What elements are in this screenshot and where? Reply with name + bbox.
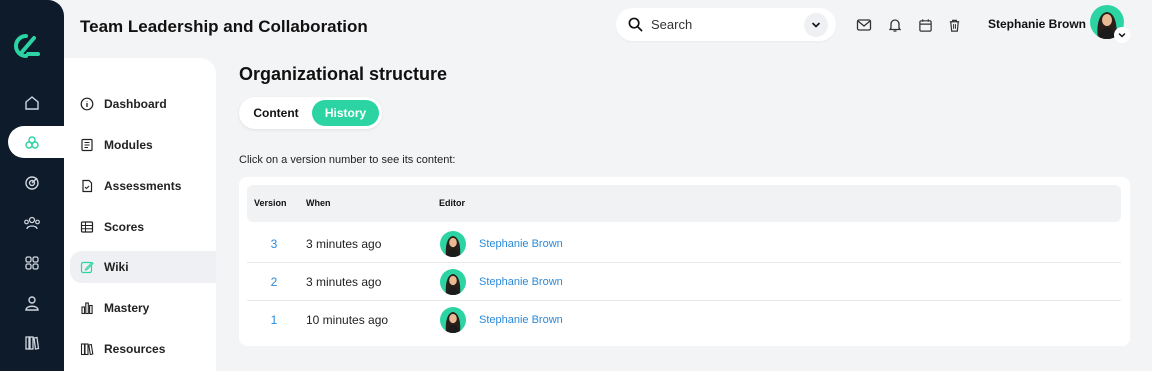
avatar <box>440 307 466 333</box>
search-icon <box>628 17 643 32</box>
table-row: 2 3 minutes ago Stephanie Brown <box>247 263 1121 301</box>
when-cell: 3 minutes ago <box>306 237 382 251</box>
bar-chart-icon <box>80 301 94 315</box>
tab-history[interactable]: History <box>312 100 379 126</box>
info-icon <box>80 97 94 111</box>
search-input[interactable]: Search <box>651 17 804 32</box>
app-title: Team Leadership and Collaboration <box>80 17 368 36</box>
table-header: Version When Editor <box>247 185 1121 222</box>
document-icon <box>80 179 94 193</box>
chevron-down-icon[interactable] <box>804 12 828 37</box>
page-title: Organizational structure <box>239 64 448 84</box>
sidebar-item-label: Resources <box>104 342 166 356</box>
sidebar-item-mastery[interactable]: Mastery <box>80 292 216 324</box>
when-cell: 10 minutes ago <box>306 313 389 327</box>
sidebar-item-scores[interactable]: Scores <box>80 211 216 243</box>
bell-icon[interactable] <box>886 16 904 34</box>
table-row: 3 3 minutes ago Stephanie Brown <box>247 225 1121 263</box>
home-icon[interactable] <box>20 91 44 115</box>
chevron-down-icon[interactable] <box>1114 27 1130 43</box>
table-row: 1 10 minutes ago Stephanie Brown <box>247 301 1121 339</box>
left-rail <box>0 0 64 371</box>
tab-content[interactable]: Content <box>243 100 309 126</box>
sidebar-item-modules[interactable]: Modules <box>80 129 216 161</box>
version-link[interactable]: 3 <box>247 237 301 251</box>
sidebar-item-label: Modules <box>104 138 153 152</box>
sidebar-item-label: Mastery <box>104 301 150 315</box>
calendar-icon[interactable] <box>916 16 934 34</box>
user-name[interactable]: Stephanie Brown <box>988 17 1086 31</box>
mail-icon[interactable] <box>855 16 873 34</box>
sidebar-item-assessments[interactable]: Assessments <box>80 170 216 202</box>
avatar <box>440 269 466 295</box>
books-icon <box>80 342 94 356</box>
editor-link[interactable]: Stephanie Brown <box>479 238 563 250</box>
table-icon <box>80 220 94 234</box>
column-header-when: When <box>306 198 331 208</box>
version-link[interactable]: 1 <box>247 313 301 327</box>
column-header-editor: Editor <box>439 198 465 208</box>
sidebar-item-resources[interactable]: Resources <box>80 333 216 365</box>
grid-icon[interactable] <box>20 251 44 275</box>
instruction-text: Click on a version number to see its con… <box>239 154 456 166</box>
user-icon[interactable] <box>20 291 44 315</box>
sidebar-item-label: Wiki <box>104 260 129 274</box>
edit-icon <box>80 260 94 274</box>
sidebar-item-wiki[interactable]: Wiki <box>70 251 216 283</box>
trash-icon[interactable] <box>945 16 963 34</box>
editor-link[interactable]: Stephanie Brown <box>479 276 563 288</box>
history-table: Version When Editor 3 3 minutes ago Step… <box>239 177 1130 346</box>
editor-link[interactable]: Stephanie Brown <box>479 314 563 326</box>
column-header-version: Version <box>254 198 287 208</box>
course-sidebar: Dashboard Modules Assessments Scores Wik… <box>64 58 216 371</box>
search-box[interactable]: Search <box>616 8 836 41</box>
target-icon[interactable] <box>20 171 44 195</box>
app-logo[interactable] <box>12 32 40 60</box>
version-link[interactable]: 2 <box>247 275 301 289</box>
people-icon[interactable] <box>20 211 44 235</box>
book-icon <box>80 138 94 152</box>
when-cell: 3 minutes ago <box>306 275 382 289</box>
avatar <box>440 231 466 257</box>
sidebar-item-label: Assessments <box>104 179 182 193</box>
sidebar-item-label: Dashboard <box>104 97 167 111</box>
library-icon[interactable] <box>20 331 44 355</box>
sidebar-item-label: Scores <box>104 220 145 234</box>
sidebar-item-dashboard[interactable]: Dashboard <box>80 88 216 120</box>
tab-bar: Content History <box>239 97 382 129</box>
modules-icon[interactable] <box>20 131 44 155</box>
